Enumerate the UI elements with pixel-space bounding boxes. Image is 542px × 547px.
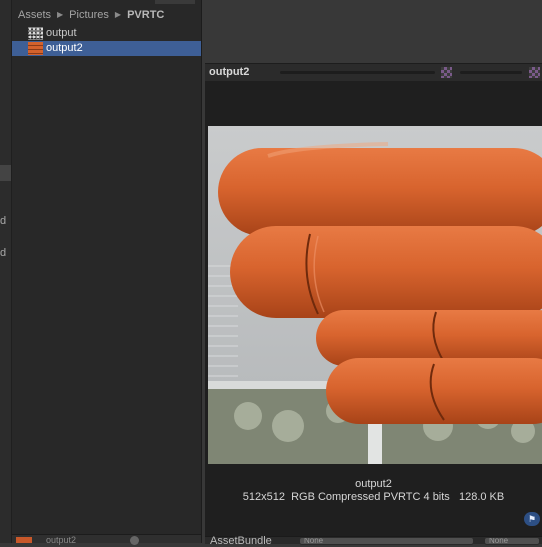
preview-header: output2: [205, 63, 542, 82]
tag-icon[interactable]: ⚑: [524, 512, 540, 526]
breadcrumb-assets[interactable]: Assets: [18, 9, 51, 21]
size-slider-icon[interactable]: [130, 536, 139, 545]
inspector-area: [202, 0, 542, 62]
project-toolbar-icons[interactable]: [155, 0, 195, 4]
asset-item-output2[interactable]: output2: [12, 41, 201, 56]
preview-texture-details: 512x512 RGB Compressed PVRTC 4 bits 128.…: [242, 491, 505, 503]
zoom-slider[interactable]: [460, 71, 522, 74]
assetbundle-name-dropdown[interactable]: None: [299, 537, 474, 545]
project-panel: Assets ▶ Pictures ▶ PVRTC output output2 out…: [12, 0, 202, 545]
preview-texture-name: output2: [355, 478, 392, 490]
assetbundle-label: AssetBundle: [210, 535, 272, 547]
asset-label: output: [46, 27, 77, 39]
breadcrumb-pictures[interactable]: Pictures: [69, 9, 109, 21]
assetbundle-variant-dropdown[interactable]: None: [484, 537, 540, 545]
project-status-bar: output2: [12, 534, 201, 545]
preview-title: output2: [209, 66, 250, 78]
left-panel-selection[interactable]: [0, 165, 11, 181]
texture-thumbnail-icon: [28, 27, 43, 40]
left-panel-strip: d d: [0, 0, 12, 543]
breadcrumb-separator-icon: ▶: [114, 10, 122, 19]
mip-slider[interactable]: [280, 71, 435, 74]
selected-asset-path: output2: [46, 535, 77, 545]
texture-thumbnail-icon: [28, 42, 43, 55]
alpha-toggle-icon[interactable]: [441, 67, 452, 78]
asset-item-output[interactable]: output: [12, 26, 201, 41]
breadcrumb-pvrtc[interactable]: PVRTC: [127, 9, 164, 21]
breadcrumb-separator-icon: ▶: [57, 10, 64, 19]
breadcrumb: Assets ▶ Pictures ▶ PVRTC: [18, 9, 164, 21]
asset-label: output2: [46, 42, 83, 54]
selected-asset-mini-icon: [16, 537, 32, 543]
rgb-toggle-icon[interactable]: [529, 67, 540, 78]
left-panel-cut-text: d: [0, 247, 7, 259]
left-panel-cut-text: d: [0, 215, 7, 227]
texture-preview-image: [208, 126, 542, 464]
